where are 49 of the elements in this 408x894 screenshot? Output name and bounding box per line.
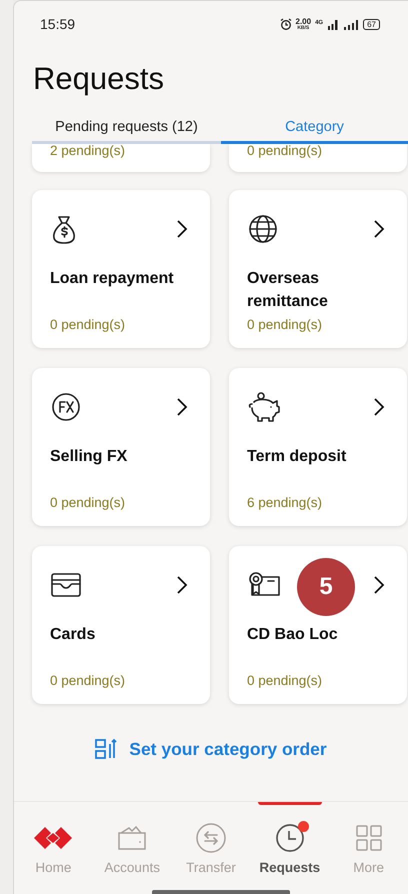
network-speed: 2.00 bbox=[296, 18, 312, 26]
chevron-right-icon[interactable] bbox=[176, 397, 188, 417]
globe-icon bbox=[247, 213, 279, 245]
piggy-bank-icon bbox=[247, 391, 281, 423]
category-card[interactable]: Overseas remittance 0 pending(s) bbox=[229, 190, 407, 348]
status-time: 15:59 bbox=[40, 16, 76, 32]
money-bag-icon bbox=[50, 214, 78, 244]
pending-count: 0 pending(s) bbox=[50, 317, 126, 332]
fx-coin-icon bbox=[50, 391, 82, 423]
signal-icon bbox=[327, 18, 340, 30]
active-indicator bbox=[258, 802, 322, 805]
transfer-icon bbox=[194, 822, 227, 854]
chevron-right-icon[interactable] bbox=[176, 575, 188, 595]
pending-count: 0 pending(s) bbox=[50, 673, 126, 688]
category-order-link[interactable]: Set your category order bbox=[129, 738, 327, 760]
nav-item[interactable]: Requests bbox=[250, 802, 330, 894]
pending-count: 6 pending(s) bbox=[247, 495, 324, 510]
diamond-logo-icon bbox=[34, 827, 72, 849]
clock-icon bbox=[274, 823, 305, 853]
category-title: Cards bbox=[50, 625, 96, 645]
chevron-right-icon[interactable] bbox=[373, 219, 385, 239]
category-title: Selling FX bbox=[50, 447, 128, 467]
grid-icon bbox=[354, 824, 383, 852]
reorder-icon[interactable] bbox=[95, 738, 120, 760]
pending-count: 0 pending(s) bbox=[50, 495, 126, 510]
category-card[interactable]: 2 pending(s) bbox=[32, 144, 210, 172]
category-card[interactable]: Selling FX 0 pending(s) bbox=[32, 368, 210, 526]
chevron-right-icon[interactable] bbox=[373, 397, 385, 417]
pending-count: 0 pending(s) bbox=[247, 144, 322, 158]
signal-icon bbox=[343, 18, 360, 30]
category-title: Overseas remittance bbox=[247, 269, 329, 312]
pending-count: 0 pending(s) bbox=[247, 317, 324, 332]
category-title: Loan repayment bbox=[50, 269, 175, 289]
pending-count: 0 pending(s) bbox=[247, 673, 324, 688]
category-card[interactable]: Term deposit 6 pending(s) bbox=[229, 368, 407, 526]
alarm-icon bbox=[280, 18, 292, 30]
chevron-right-icon[interactable] bbox=[373, 575, 385, 595]
wallet-icon bbox=[117, 825, 148, 851]
category-card[interactable]: Cards 0 pending(s) bbox=[32, 546, 210, 704]
chevron-right-icon[interactable] bbox=[176, 219, 188, 239]
card-holder-icon bbox=[50, 572, 82, 598]
category-title: CD Bao Loc bbox=[247, 625, 339, 645]
battery-icon: 67 bbox=[363, 18, 380, 30]
pending-count: 2 pending(s) bbox=[50, 144, 126, 158]
category-title: Term deposit bbox=[247, 447, 348, 467]
category-card[interactable]: 0 pending(s) bbox=[229, 144, 407, 172]
notification-dot bbox=[298, 821, 309, 832]
page-title: Requests bbox=[33, 61, 165, 98]
category-card[interactable]: Loan repayment 0 pending(s) bbox=[32, 190, 210, 348]
